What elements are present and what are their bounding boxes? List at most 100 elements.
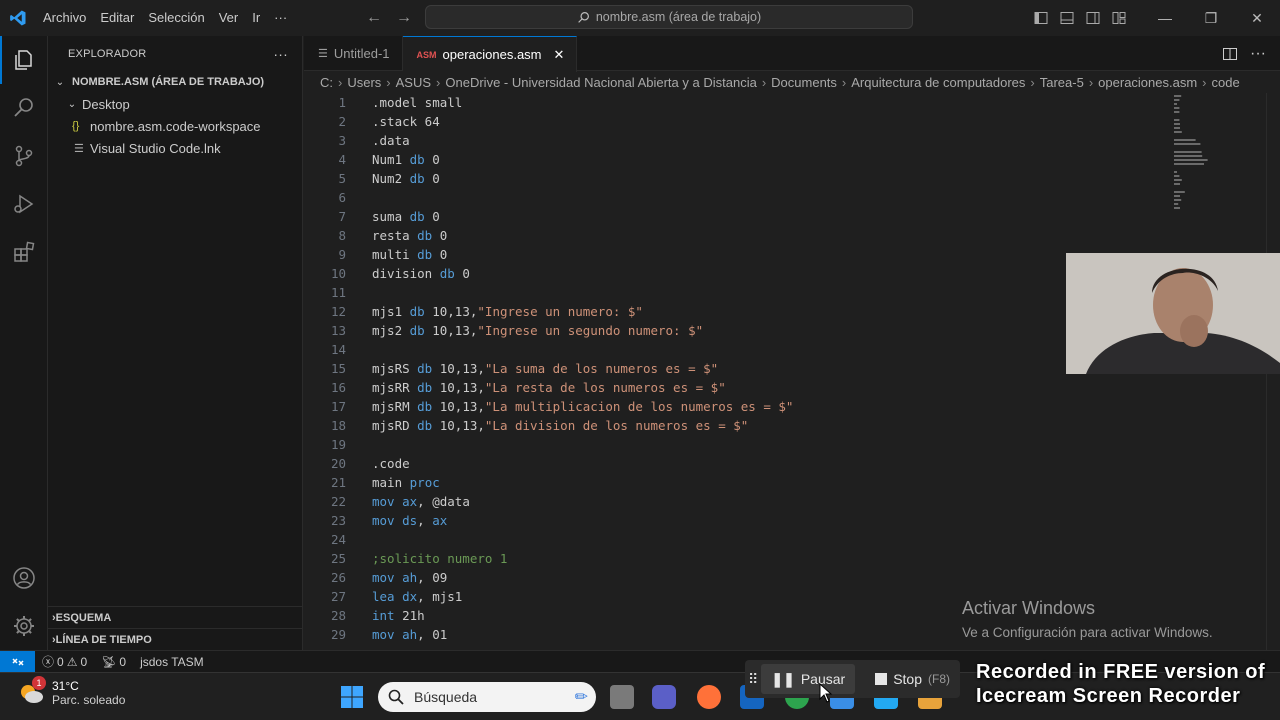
weather-widget[interactable]: 1 31°C Parc. soleado [18, 676, 126, 707]
vscode-window: Archivo Editar Selección Ver Ir ··· ← → … [0, 0, 1280, 720]
menu-seleccion[interactable]: Selección [141, 0, 211, 36]
vscode-logo-icon[interactable] [0, 0, 36, 36]
outline-label: ESQUEMA [55, 611, 112, 624]
minimap-line [1174, 195, 1180, 197]
ports-indicator[interactable]: 📡︎ 0 [94, 655, 133, 669]
code-token: .stack 64 [372, 114, 440, 129]
code-token: db [409, 152, 425, 167]
code-line[interactable]: 5 Num2 db 0 [304, 169, 1280, 188]
menu-editar[interactable]: Editar [93, 0, 141, 36]
line-text: division db 0 [346, 266, 470, 281]
explorer-icon[interactable] [0, 36, 48, 84]
breadcrumb-separator-icon: › [1202, 74, 1207, 90]
outline-section[interactable]: › ESQUEMA [48, 606, 303, 628]
code-line[interactable]: 17 mjsRM db 10,13,"La multiplicacion de l… [304, 397, 1280, 416]
code-line[interactable]: 3 .data [304, 131, 1280, 150]
code-line[interactable]: 8 resta db 0 [304, 226, 1280, 245]
menu-ver[interactable]: Ver [212, 0, 246, 36]
code-token: multi [372, 247, 418, 262]
timeline-section[interactable]: › LÍNEA DE TIEMPO [48, 628, 303, 650]
code-line[interactable]: 7 suma db 0 [304, 207, 1280, 226]
tab-operaciones-asm[interactable]: ASM operaciones.asm ✕ [402, 36, 578, 72]
forward-arrow-icon[interactable]: → [396, 9, 412, 27]
tab-untitled-1[interactable]: ☰ Untitled-1 [304, 36, 403, 71]
breadcrumb-segment[interactable]: Documents [771, 75, 837, 90]
stop-button[interactable]: Stop (F8) [865, 664, 960, 694]
search-icon[interactable] [0, 84, 48, 132]
toggle-secondary-sidebar-icon[interactable] [1080, 0, 1106, 36]
command-center-search[interactable]: nombre.asm (área de trabajo) [425, 5, 913, 29]
more-actions-icon[interactable]: ··· [1250, 45, 1266, 63]
minimap-line [1174, 107, 1180, 109]
file-item-workspace[interactable]: {} nombre.asm.code-workspace [48, 115, 302, 137]
close-tab-icon[interactable]: ✕ [554, 47, 565, 63]
code-line[interactable]: 21 main proc [304, 473, 1280, 492]
windows-start-icon[interactable] [340, 685, 364, 714]
activate-windows-watermark: Activar Windows Ve a Configuración para … [962, 598, 1213, 640]
breadcrumb-segment[interactable]: OneDrive - Universidad Nacional Abierta … [445, 75, 756, 90]
menu-archivo[interactable]: Archivo [36, 0, 93, 36]
code-line[interactable]: 1 .model small [304, 93, 1280, 112]
toggle-primary-sidebar-icon[interactable] [1028, 0, 1054, 36]
file-explorer-taskbar-icon[interactable] [610, 685, 634, 709]
pause-button[interactable]: ❚❚ Pausar [761, 664, 856, 694]
drag-handle-icon[interactable]: ⠿ [745, 671, 761, 688]
accounts-icon[interactable] [0, 554, 48, 602]
code-line[interactable]: 24 [304, 530, 1280, 549]
breadcrumb-separator-icon: › [436, 74, 441, 90]
extensions-icon[interactable] [0, 228, 48, 276]
weather-condition: Parc. soleado [52, 693, 126, 707]
breadcrumb-segment[interactable]: code [1212, 75, 1240, 90]
breadcrumb-segment[interactable]: ASUS [396, 75, 431, 90]
run-debug-icon[interactable] [0, 180, 48, 228]
code-token: mov [372, 627, 395, 642]
code-line[interactable]: 6 [304, 188, 1280, 207]
code-line[interactable]: 22 mov ax, @data [304, 492, 1280, 511]
breadcrumb-segment[interactable]: operaciones.asm [1098, 75, 1197, 90]
breadcrumb-segment[interactable]: C: [320, 75, 333, 90]
toggle-panel-icon[interactable] [1054, 0, 1080, 36]
emulator-indicator[interactable]: jsdos TASM [133, 655, 211, 669]
line-text: mov ax, @data [346, 494, 470, 509]
source-control-icon[interactable] [0, 132, 48, 180]
code-line[interactable]: 16 mjsRR db 10,13,"La resta de los numero… [304, 378, 1280, 397]
code-line[interactable]: 4 Num1 db 0 [304, 150, 1280, 169]
close-window-icon[interactable]: ✕ [1234, 0, 1280, 36]
breadcrumb-segment[interactable]: Tarea-5 [1040, 75, 1084, 90]
menu-more[interactable]: ··· [267, 0, 294, 36]
menu-ir[interactable]: Ir [245, 0, 267, 36]
breadcrumb-segment[interactable]: Arquitectura de computadores [851, 75, 1025, 90]
customize-layout-icon[interactable] [1106, 0, 1132, 36]
code-line[interactable]: 19 [304, 435, 1280, 454]
remote-indicator-icon[interactable] [0, 650, 35, 673]
code-line[interactable]: 25 ;solicito numero 1 [304, 549, 1280, 568]
minimize-icon[interactable]: — [1142, 0, 1188, 36]
code-token: "Ingrese un segundo numero: $" [477, 323, 704, 338]
problems-indicator[interactable]: ⓧ 0 ⚠ 0 [35, 653, 94, 670]
split-editor-icon[interactable] [1222, 46, 1238, 62]
back-arrow-icon[interactable]: ← [366, 9, 382, 27]
taskbar-search[interactable]: Búsqueda ✏︎ [378, 682, 596, 712]
warning-icon: ⚠ [66, 654, 78, 669]
teams-taskbar-icon[interactable] [652, 685, 676, 709]
minimap-line [1174, 119, 1180, 121]
explorer-more-button[interactable]: ··· [273, 46, 288, 62]
line-number: 17 [330, 399, 346, 414]
code-line[interactable]: 20 .code [304, 454, 1280, 473]
firefox-taskbar-icon[interactable] [697, 685, 721, 709]
line-text: mov ds, ax [346, 513, 447, 528]
workspace-root[interactable]: ⌄ NOMBRE.ASM (ÁREA DE TRABAJO) [48, 71, 302, 93]
file-item-lnk[interactable]: ☰ Visual Studio Code.lnk [48, 137, 302, 159]
code-token: proc [409, 475, 440, 490]
settings-gear-icon[interactable] [0, 602, 48, 650]
restore-icon[interactable]: ❐ [1188, 0, 1234, 36]
breadcrumb-segment[interactable]: Users [347, 75, 381, 90]
code-line[interactable]: 23 mov ds, ax [304, 511, 1280, 530]
code-line[interactable]: 26 mov ah, 09 [304, 568, 1280, 587]
line-number: 13 [330, 323, 346, 338]
code-line[interactable]: 2 .stack 64 [304, 112, 1280, 131]
code-line[interactable]: 18 mjsRD db 10,13,"La division de los num… [304, 416, 1280, 435]
folder-desktop[interactable]: ⌄ Desktop [48, 93, 302, 115]
minimap[interactable] [1172, 93, 1212, 233]
